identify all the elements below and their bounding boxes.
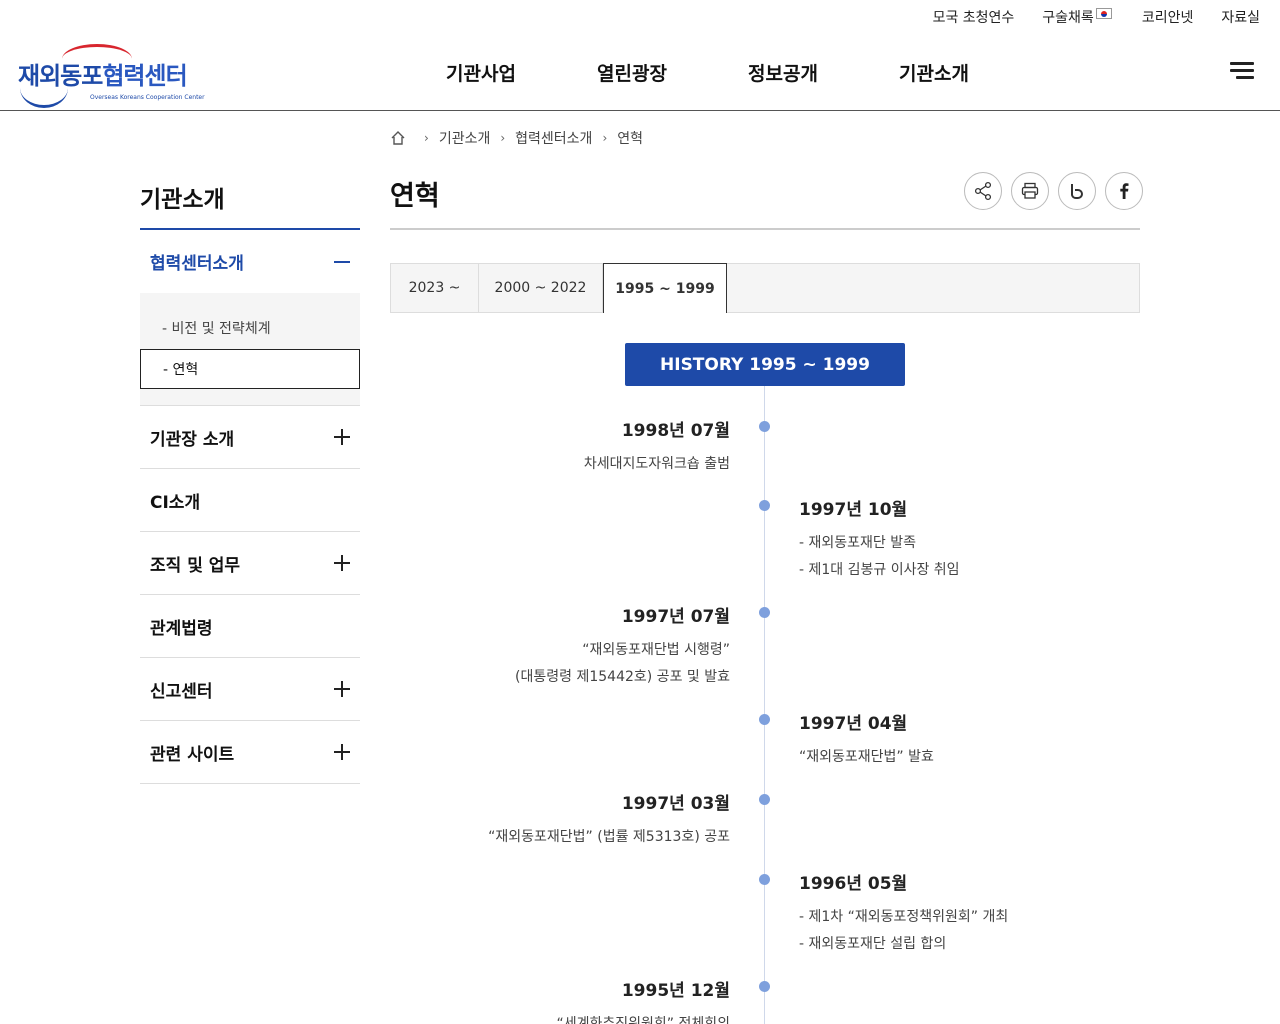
hamburger-menu-icon[interactable]: [1230, 62, 1254, 80]
event-date: 1997년 04월: [799, 714, 908, 734]
chevron-right-icon: ›: [500, 131, 506, 145]
event-line: - 제1대 김봉규 이사장 취임: [799, 562, 960, 578]
gnb-item-forum[interactable]: 열린광장: [597, 59, 748, 86]
lnb-group-center-intro[interactable]: 협력센터소개: [140, 230, 360, 293]
site-header: 재외동포협력센터 Overseas Koreans Cooperation Ce…: [0, 34, 1280, 111]
timeline-dot: [759, 794, 770, 805]
event-date: 1996년 05월: [799, 874, 908, 894]
util-link-oral-history[interactable]: 구술채록: [1042, 7, 1114, 27]
print-button[interactable]: [1011, 172, 1049, 210]
event-date: 1997년 03월: [621, 794, 730, 814]
gnb-item-about[interactable]: 기관소개: [899, 59, 1050, 86]
facebook-icon: [1120, 183, 1129, 199]
logo-text-main: 재외동포: [18, 62, 103, 90]
lnb-group-related-sites[interactable]: 관련 사이트: [140, 721, 360, 784]
plus-icon: [334, 555, 350, 571]
event-date: 1997년 10월: [799, 500, 908, 520]
event-line: “재외동포재단법 시행령”: [582, 642, 730, 658]
facebook-share-button[interactable]: [1105, 172, 1143, 210]
timeline-dot: [759, 607, 770, 618]
lnb-group-organization[interactable]: 조직 및 업무: [140, 532, 360, 595]
lnb-sub-item-history[interactable]: - 연혁: [140, 349, 360, 389]
timeline-event: 1998년 07월 차세대지도자워크숍 출범: [584, 416, 730, 478]
side-nav: 협력센터소개 - 비전 및 전략체계 - 연혁 기관장 소개 CI소개 조직 및…: [140, 228, 360, 784]
lnb-group-director[interactable]: 기관장 소개: [140, 406, 360, 469]
event-line: “재외동포재단법” (법률 제5313호) 공포: [488, 829, 730, 845]
tab-2023[interactable]: 2023 ~: [391, 264, 479, 312]
util-link-archive[interactable]: 자료실: [1221, 7, 1260, 27]
lnb-group-ci[interactable]: CI소개: [140, 469, 360, 532]
event-date: 1997년 07월: [621, 607, 730, 627]
plus-icon: [334, 429, 350, 445]
breadcrumb-item-center[interactable]: 협력센터소개: [515, 128, 592, 148]
util-link-invitation[interactable]: 모국 초청연수: [933, 7, 1015, 27]
home-icon[interactable]: [390, 130, 406, 146]
minus-icon: [334, 260, 350, 263]
share-icon: [974, 181, 992, 201]
plus-icon: [334, 681, 350, 697]
timeline-dot: [759, 421, 770, 432]
chevron-right-icon: ›: [424, 131, 429, 145]
timeline-event: 1997년 04월 “재외동포재단법” 발효: [799, 709, 934, 771]
gnb-item-disclosure[interactable]: 정보공개: [748, 59, 899, 86]
timeline-dot: [759, 874, 770, 885]
timeline-event: 1997년 07월 “재외동포재단법 시행령” (대통령령 제15442호) 공…: [515, 602, 730, 691]
gnb-item-projects[interactable]: 기관사업: [446, 59, 597, 86]
lnb-title: 기관소개: [140, 187, 225, 213]
util-link-koreannet[interactable]: 코리안넷: [1142, 7, 1194, 27]
event-date: 1998년 07월: [621, 421, 730, 441]
plus-icon: [334, 744, 350, 760]
lnb-group-report-center[interactable]: 신고센터: [140, 658, 360, 721]
event-line: “세계화추진위원회” 전체회의: [556, 1016, 730, 1024]
title-divider: [390, 228, 1140, 230]
breadcrumb: › 기관소개 › 협력센터소개 › 연혁: [390, 128, 643, 148]
main-nav: 기관사업 열린광장 정보공개 기관소개: [446, 34, 1050, 110]
timeline-dot: [759, 714, 770, 725]
timeline-dot: [759, 981, 770, 992]
timeline-event: 1995년 12월 “세계화추진위원회” 전체회의: [556, 976, 730, 1024]
page-title: 연혁: [390, 181, 440, 212]
logo-text-en: Overseas Koreans Cooperation Center: [90, 94, 205, 101]
event-line: - 재외동포재단 발족: [799, 535, 916, 551]
tab-2000-2022[interactable]: 2000 ~ 2022: [479, 264, 603, 312]
share-button[interactable]: [964, 172, 1002, 210]
share-toolbar: [964, 172, 1143, 210]
timeline-event: 1997년 03월 “재외동포재단법” (법률 제5313호) 공포: [488, 789, 730, 851]
lnb-submenu: - 비전 및 전략체계 - 연혁: [140, 293, 360, 406]
event-line: “재외동포재단법” 발효: [799, 749, 934, 765]
event-line: 차세대지도자워크숍 출범: [583, 456, 730, 472]
event-line: (대통령령 제15442호) 공포 및 발효: [515, 669, 730, 685]
timeline-event: 1996년 05월 - 제1차 “재외동포정책위원회” 개최 - 재외동포재단 …: [799, 869, 1008, 958]
print-icon: [1021, 182, 1039, 199]
lnb-group-laws[interactable]: 관계법령: [140, 595, 360, 658]
chevron-right-icon: ›: [602, 131, 608, 145]
tab-1995-1999[interactable]: 1995 ~ 1999: [603, 263, 727, 313]
breadcrumb-item-current: 연혁: [617, 131, 644, 147]
timeline-event: 1997년 10월 - 재외동포재단 발족 - 제1대 김봉규 이사장 취임: [799, 495, 960, 584]
timeline-line: [764, 386, 765, 1024]
utility-bar: 모국 초청연수 구술채록 코리안넷 자료실: [905, 0, 1260, 34]
event-line: - 제1차 “재외동포정책위원회” 개최: [799, 909, 1009, 925]
site-logo[interactable]: 재외동포협력센터 Overseas Koreans Cooperation Ce…: [18, 44, 205, 108]
flag-icon: [1095, 7, 1112, 19]
history-badge: HISTORY 1995 ~ 1999: [625, 343, 905, 386]
breadcrumb-item-about[interactable]: 기관소개: [439, 128, 491, 148]
blog-icon: [1071, 184, 1084, 199]
logo-text-sub: 협력센터: [102, 62, 187, 90]
blog-share-button[interactable]: [1058, 172, 1096, 210]
event-date: 1995년 12월: [621, 981, 730, 1001]
event-line: - 재외동포재단 설립 합의: [799, 936, 947, 952]
lnb-sub-item-vision[interactable]: - 비전 및 전략체계: [140, 309, 360, 349]
timeline-dot: [759, 500, 770, 511]
period-tabs: 2023 ~ 2000 ~ 2022 1995 ~ 1999: [390, 263, 1140, 313]
